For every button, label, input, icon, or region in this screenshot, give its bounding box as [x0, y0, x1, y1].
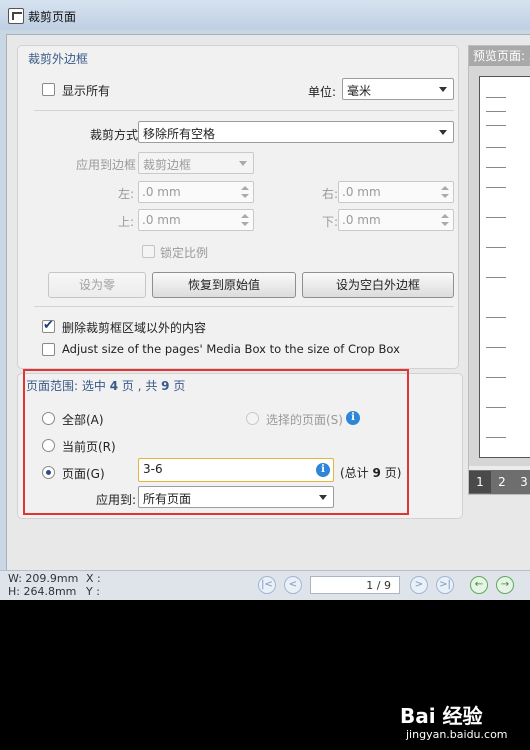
preview-panel: 预览页面: 3: [468, 45, 530, 495]
show-all-checkbox[interactable]: [42, 83, 55, 96]
height-readout: H: 264.8mm: [8, 585, 77, 598]
crop-mode-label: 裁剪方式: [90, 128, 139, 142]
x-readout: X :: [86, 572, 101, 585]
adjust-mediabox-checkbox[interactable]: [42, 343, 55, 356]
apply-to-box-label: 应用到边框: [76, 158, 137, 172]
crop-margins-title: 裁剪外边框: [28, 52, 89, 66]
page-indicator: 1 / 9: [366, 579, 391, 592]
set-zero-button[interactable]: 设为零: [48, 272, 146, 298]
preview-header: 预览页面: 3: [469, 46, 530, 66]
page-tabs: 1 2 3: [469, 470, 530, 494]
crop-mode-select[interactable]: 移除所有空格: [138, 121, 454, 143]
left-margin-spinner[interactable]: .0 mm: [138, 181, 254, 203]
last-page-icon[interactable]: >|: [436, 576, 454, 594]
set-blank-margins-button[interactable]: 设为空白外边框: [302, 272, 454, 298]
divider: [34, 306, 454, 307]
spin-up-icon: [441, 186, 449, 190]
baidu-watermark: Bai 经验 jingyan.baidu.com: [400, 700, 526, 746]
spin-down-icon: [441, 194, 449, 198]
unit-value: 毫米: [347, 84, 372, 98]
y-readout: Y :: [86, 585, 100, 598]
page-thumbnail[interactable]: [479, 76, 530, 458]
crop-margins-group: 裁剪外边框 显示所有 单位: 毫米 裁剪方式 移除所有空格 应用到边框 裁剪边框…: [17, 45, 459, 369]
page-tab-2[interactable]: 2: [491, 471, 513, 493]
crop-mode-value: 移除所有空格: [143, 127, 216, 141]
chevron-down-icon: [239, 161, 247, 166]
show-all-label: 显示所有: [62, 84, 111, 98]
chevron-down-icon: [439, 87, 447, 92]
spin-up-icon: [241, 186, 249, 190]
back-arrow-icon[interactable]: ←: [470, 576, 488, 594]
apply-to-box-select[interactable]: 裁剪边框: [138, 152, 254, 174]
bottom-margin-value: .0 mm: [342, 213, 381, 227]
window-title: 裁剪页面: [28, 10, 77, 24]
delete-outside-label: 删除裁剪框区域以外的内容: [62, 321, 207, 335]
unit-label: 单位:: [308, 85, 337, 99]
status-bar: W: 209.9mm H: 264.8mm X : Y : |< < 1 / 9…: [0, 570, 530, 600]
left-margin-value: .0 mm: [142, 185, 181, 199]
right-margin-value: .0 mm: [342, 185, 381, 199]
baidu-logo: Bai 经验: [400, 704, 483, 728]
spin-down-icon: [441, 222, 449, 226]
top-margin-spinner[interactable]: .0 mm: [138, 209, 254, 231]
adjust-mediabox-label: Adjust size of the pages' Media Box to t…: [62, 342, 400, 356]
title-bar[interactable]: 裁剪页面: [0, 0, 530, 30]
restore-original-button[interactable]: 恢复到原始值: [152, 272, 296, 298]
highlight-annotation: [23, 369, 409, 515]
page-tab-1[interactable]: 1: [469, 471, 491, 493]
top-margin-value: .0 mm: [142, 213, 181, 227]
width-readout: W: 209.9mm: [8, 572, 79, 585]
delete-outside-checkbox[interactable]: [42, 318, 55, 333]
right-margin-spinner[interactable]: .0 mm: [338, 181, 454, 203]
dialog-client-area: 裁剪外边框 显示所有 单位: 毫米 裁剪方式 移除所有空格 应用到边框 裁剪边框…: [6, 34, 530, 572]
baidu-url: jingyan.baidu.com: [406, 728, 508, 741]
apply-to-box-value: 裁剪边框: [143, 158, 192, 172]
spin-down-icon: [241, 222, 249, 226]
next-page-icon[interactable]: >: [410, 576, 428, 594]
left-margin-label: 左:: [118, 187, 135, 201]
crop-dialog-window: 裁剪页面 裁剪外边框 显示所有 单位: 毫米 裁剪方式 移除所有空格 应用到边框…: [0, 0, 530, 600]
first-page-icon[interactable]: |<: [258, 576, 276, 594]
bottom-margin-spinner[interactable]: .0 mm: [338, 209, 454, 231]
unit-select[interactable]: 毫米: [342, 78, 454, 100]
top-margin-label: 上:: [118, 215, 135, 229]
page-indicator-field[interactable]: 1 / 9: [310, 576, 400, 594]
page-tab-3[interactable]: 3: [513, 471, 530, 493]
forward-arrow-icon[interactable]: →: [496, 576, 514, 594]
prev-page-icon[interactable]: <: [284, 576, 302, 594]
spin-up-icon: [441, 214, 449, 218]
app-icon: [8, 8, 24, 24]
preview-canvas: [469, 66, 530, 466]
spin-up-icon: [241, 214, 249, 218]
chevron-down-icon: [439, 130, 447, 135]
lock-ratio-checkbox[interactable]: [142, 245, 155, 258]
right-margin-label: 右:: [322, 187, 339, 201]
bottom-margin-label: 下:: [322, 215, 339, 229]
lock-ratio-label: 锁定比例: [160, 246, 209, 260]
divider: [34, 110, 454, 111]
spin-down-icon: [241, 194, 249, 198]
